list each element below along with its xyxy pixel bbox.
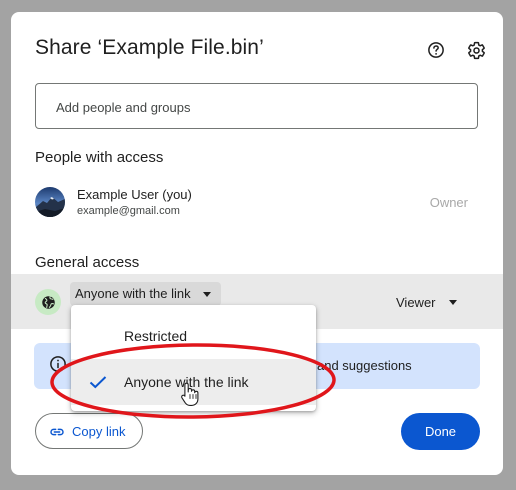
chevron-down-icon (202, 292, 211, 297)
link-icon (49, 424, 65, 445)
general-access-value: Anyone with the link (75, 286, 191, 301)
user-email: example@gmail.com (77, 205, 180, 217)
general-access-dropdown[interactable]: Anyone with the link (70, 282, 221, 306)
user-role: Owner (429, 195, 468, 210)
role-value: Viewer (396, 295, 436, 310)
general-access-menu: Restricted Anyone with the link (71, 305, 316, 411)
general-access-heading: General access (35, 254, 140, 271)
banner-text: and suggestions (317, 358, 412, 373)
add-people-field[interactable] (35, 83, 478, 130)
globe-icon (35, 289, 61, 315)
done-button[interactable]: Done (401, 413, 480, 450)
gear-icon[interactable] (466, 40, 486, 60)
people-with-access-heading: People with access (35, 149, 164, 166)
menu-item-restricted[interactable]: Restricted (71, 313, 316, 359)
avatar (35, 187, 65, 217)
menu-item-label: Anyone with the link (124, 374, 249, 390)
add-people-input[interactable] (54, 84, 458, 130)
copy-link-button[interactable]: Copy link (35, 413, 143, 449)
dialog-title: Share ‘Example File.bin’ (35, 36, 264, 59)
share-dialog: Share ‘Example File.bin’ People with acc… (11, 12, 503, 475)
role-dropdown[interactable]: Viewer (396, 295, 460, 310)
menu-item-label: Restricted (124, 328, 188, 344)
help-circle-icon[interactable] (426, 40, 446, 60)
info-icon (49, 355, 67, 378)
user-name: Example User (you) (77, 187, 192, 202)
copy-link-label: Copy link (72, 424, 126, 439)
chevron-down-icon (448, 300, 457, 305)
menu-item-anyone-with-the-link[interactable]: Anyone with the link (71, 359, 316, 405)
check-icon (89, 375, 107, 394)
